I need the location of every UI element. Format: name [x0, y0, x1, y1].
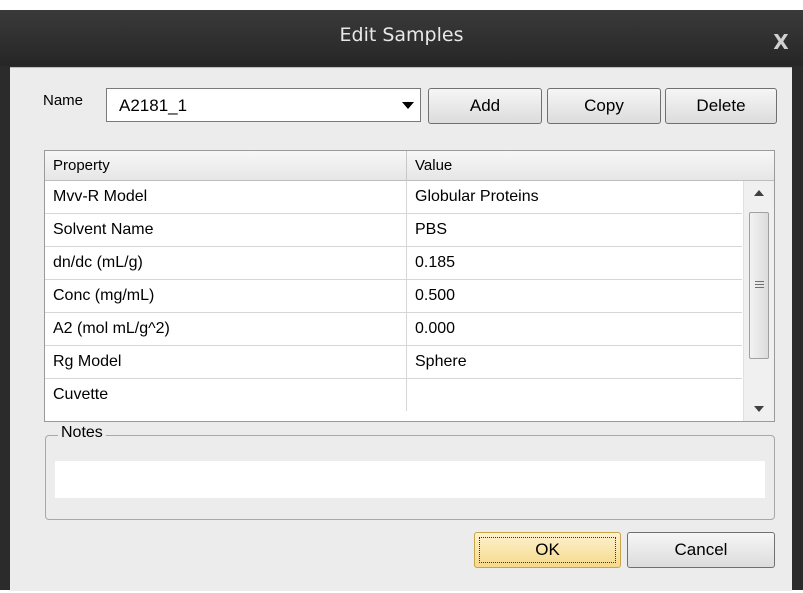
value-cell[interactable]: 0.185: [407, 247, 742, 279]
cancel-button[interactable]: Cancel: [627, 532, 775, 568]
value-cell[interactable]: Sphere: [407, 346, 742, 378]
window-border: [0, 67, 10, 590]
name-label: Name: [43, 92, 84, 109]
property-cell: Mvv-R Model: [45, 181, 407, 213]
grip-line: [755, 284, 764, 285]
dialog-body: Name A2181_1 Add Copy Delete Property Va…: [10, 67, 792, 591]
notes-label: Notes: [58, 424, 106, 442]
property-cell: Solvent Name: [45, 214, 407, 246]
grid-row[interactable]: A2 (mol mL/g^2) 0.000: [45, 313, 742, 346]
focus-rectangle: [479, 537, 616, 563]
scroll-down-icon[interactable]: [754, 406, 764, 412]
ok-button[interactable]: OK: [474, 532, 621, 568]
property-cell: A2 (mol mL/g^2): [45, 313, 407, 345]
property-grid: Property Value Mvv-R Model Globular Prot…: [44, 150, 775, 422]
grid-row[interactable]: dn/dc (mL/g) 0.185: [45, 247, 742, 280]
sample-name-dropdown[interactable]: A2181_1: [106, 88, 421, 122]
property-cell: Cuvette: [45, 379, 407, 411]
value-cell[interactable]: 0.000: [407, 313, 742, 345]
add-button[interactable]: Add: [428, 88, 542, 124]
vertical-scrollbar[interactable]: [743, 181, 774, 421]
grid-row[interactable]: Solvent Name PBS: [45, 214, 742, 247]
delete-button[interactable]: Delete: [665, 88, 777, 124]
value-cell[interactable]: [407, 379, 742, 411]
scroll-thumb[interactable]: [749, 212, 769, 359]
property-cell: Rg Model: [45, 346, 407, 378]
grid-row[interactable]: Conc (mg/mL) 0.500: [45, 280, 742, 313]
dialog-title: Edit Samples: [339, 24, 464, 46]
property-cell: dn/dc (mL/g): [45, 247, 407, 279]
grip-line: [755, 287, 764, 288]
property-cell: Conc (mg/mL): [45, 280, 407, 312]
close-icon[interactable]: X: [769, 30, 793, 54]
grid-row[interactable]: Cuvette: [45, 379, 742, 412]
grip-line: [755, 281, 764, 282]
sample-name-value: A2181_1: [119, 96, 188, 115]
value-cell[interactable]: Globular Proteins: [407, 181, 742, 213]
title-bar[interactable]: Edit Samples X: [0, 10, 803, 66]
scroll-up-icon[interactable]: [754, 190, 764, 196]
notes-field[interactable]: [55, 461, 765, 498]
dialog-window: Edit Samples X Name A2181_1 Add Copy Del…: [0, 10, 803, 591]
grid-header: Property Value: [45, 151, 774, 181]
grid-row[interactable]: Rg Model Sphere: [45, 346, 742, 379]
copy-button[interactable]: Copy: [547, 88, 661, 124]
column-header-value[interactable]: Value: [407, 151, 774, 181]
chevron-down-icon[interactable]: [402, 102, 414, 109]
grid-row[interactable]: Mvv-R Model Globular Proteins: [45, 181, 742, 214]
column-header-property[interactable]: Property: [45, 151, 406, 181]
value-cell[interactable]: 0.500: [407, 280, 742, 312]
value-cell[interactable]: PBS: [407, 214, 742, 246]
